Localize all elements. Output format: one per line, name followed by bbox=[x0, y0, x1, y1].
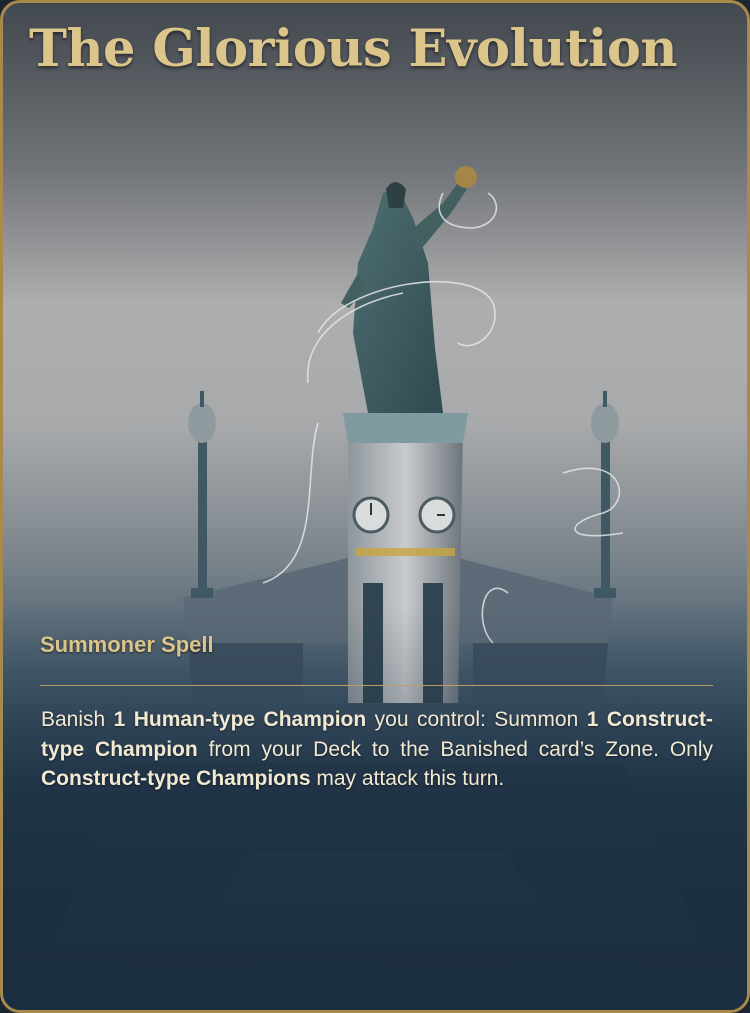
text-divider bbox=[40, 685, 713, 686]
card-title: The Glorious Evolution bbox=[29, 19, 678, 79]
rules-text-keyword: Construct-type Champions bbox=[41, 767, 311, 790]
rules-text-segment: Banish bbox=[41, 708, 114, 731]
rules-text-segment: from your Deck to the Banished card’s Zo… bbox=[197, 737, 713, 761]
rules-text-keyword: 1 Human-type Champion bbox=[113, 708, 367, 731]
card-type-line: Summoner Spell bbox=[40, 632, 214, 657]
card-rules-text: Banish 1 Human-type Champion you control… bbox=[41, 705, 713, 794]
rules-text-segment: you control: Summon bbox=[366, 708, 587, 731]
card-frame: The Glorious Evolution Summoner Spell Ba… bbox=[0, 0, 750, 1013]
card-artwork bbox=[3, 166, 747, 1010]
rules-text-segment: may attack this turn. bbox=[310, 767, 505, 790]
